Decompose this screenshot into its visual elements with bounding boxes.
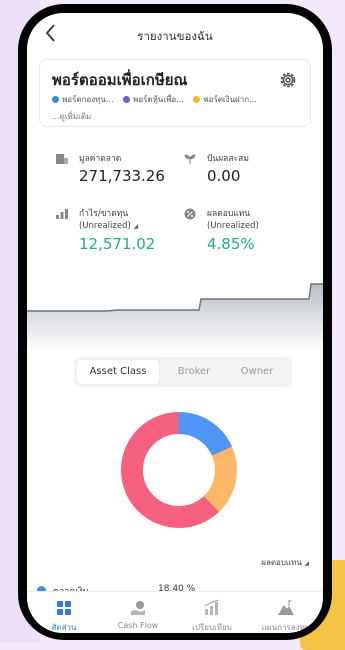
column-header-text: ผลตอบแทน bbox=[261, 558, 302, 567]
metric-value: 4.85% bbox=[207, 235, 255, 253]
page-title: รายงานของฉัน bbox=[137, 29, 213, 43]
metric-label: กำไร/ขาดทุน bbox=[79, 209, 129, 219]
allocation-donut-chart bbox=[121, 412, 237, 528]
portfolio-tag: พอร์ตเงินฝาก... bbox=[193, 93, 257, 106]
plant-icon bbox=[184, 154, 196, 164]
nav-item-investment-plan[interactable]: แผนการลงทุน bbox=[249, 592, 323, 633]
tag-dot bbox=[123, 96, 131, 103]
tag-label: พอร์ตเงินฝาก... bbox=[203, 95, 257, 104]
tab-broker[interactable]: Broker bbox=[164, 360, 224, 384]
profit-loss-metric: กำไร/ขาดทุน (Unrealized) ◢ 12,571.02 bbox=[55, 208, 185, 258]
nav-item-cash-flow[interactable]: Cash Flow bbox=[101, 592, 175, 633]
sort-triangle-icon: ◢ bbox=[304, 560, 309, 567]
bottom-nav: สัดส่วน Cash Flow เปรียบเทียบ แผนการลงทุ… bbox=[27, 591, 323, 633]
metric-value: 0.00 bbox=[207, 167, 241, 185]
compare-chart-icon bbox=[204, 599, 220, 615]
value-area bbox=[27, 284, 323, 351]
tab-owner[interactable]: Owner bbox=[226, 360, 288, 384]
nav-label: สัดส่วน bbox=[51, 623, 77, 632]
sublabel-text: (Unrealized) bbox=[79, 221, 131, 231]
building-icon bbox=[56, 154, 68, 164]
grid-icon bbox=[57, 601, 71, 615]
metric-sublabel: (Unrealized) bbox=[207, 221, 259, 231]
portfolio-value-chart bbox=[27, 283, 323, 351]
nav-item-compare[interactable]: เปรียบเทียบ bbox=[175, 592, 249, 633]
portfolio-tag: พอร์ตกองทุน... bbox=[52, 93, 114, 106]
market-value-metric: มูลค่าตลาด 271,733.26 bbox=[55, 153, 185, 193]
nav-label: เปรียบเทียบ bbox=[192, 623, 232, 632]
percent-icon bbox=[184, 208, 196, 220]
app-screen: รายงานของฉัน พอร์ตออมเพื่อเกษียณ พอร์ตกอ… bbox=[27, 13, 323, 633]
nav-item-allocation[interactable]: สัดส่วน bbox=[27, 592, 101, 633]
mountain-icon bbox=[278, 600, 294, 615]
profit-chart-icon bbox=[56, 209, 68, 219]
info-triangle-icon[interactable]: ◢ bbox=[134, 223, 139, 230]
header: รายงานของฉัน bbox=[27, 13, 323, 57]
return-metric: ผลตอบแทน (Unrealized) 4.85% bbox=[183, 208, 313, 258]
tag-label: พอร์ตกองทุน... bbox=[62, 95, 114, 104]
dividend-metric: ปันผลสะสม 0.00 bbox=[183, 153, 313, 193]
portfolio-tag: พอร์ตหุ้นเพื่อ... bbox=[123, 93, 184, 106]
portfolio-name: พอร์ตออมเพื่อเกษียณ bbox=[52, 71, 188, 89]
metric-label: มูลค่าตลาด bbox=[79, 154, 122, 164]
tab-asset-class[interactable]: Asset Class bbox=[77, 360, 159, 384]
metric-label: ผลตอบแทน bbox=[207, 209, 251, 219]
metric-value: 12,571.02 bbox=[79, 235, 156, 253]
tag-label: พอร์ตหุ้นเพื่อ... bbox=[133, 95, 184, 104]
gear-icon[interactable] bbox=[278, 70, 298, 90]
nav-label: แผนการลงทุน bbox=[261, 623, 311, 632]
metric-label: ปันผลสะสม bbox=[207, 154, 249, 164]
metric-sublabel: (Unrealized) ◢ bbox=[79, 220, 138, 233]
portfolio-card[interactable]: พอร์ตออมเพื่อเกษียณ พอร์ตกองทุน... พอร์ต… bbox=[39, 59, 311, 127]
tag-dot bbox=[52, 96, 59, 103]
portfolio-tags: พอร์ตกองทุน... พอร์ตหุ้นเพื่อ... พอร์ตเง… bbox=[52, 93, 302, 106]
return-column-header[interactable]: ผลตอบแทน ◢ bbox=[261, 556, 309, 569]
nav-label: Cash Flow bbox=[117, 621, 159, 630]
metric-value: 271,733.26 bbox=[79, 167, 165, 185]
grouping-tabs: Asset Class Broker Owner bbox=[74, 357, 292, 387]
tag-dot bbox=[193, 96, 201, 103]
cashflow-icon bbox=[131, 601, 145, 615]
see-more-link[interactable]: ...ดูเพิ่มเติม bbox=[52, 110, 91, 123]
